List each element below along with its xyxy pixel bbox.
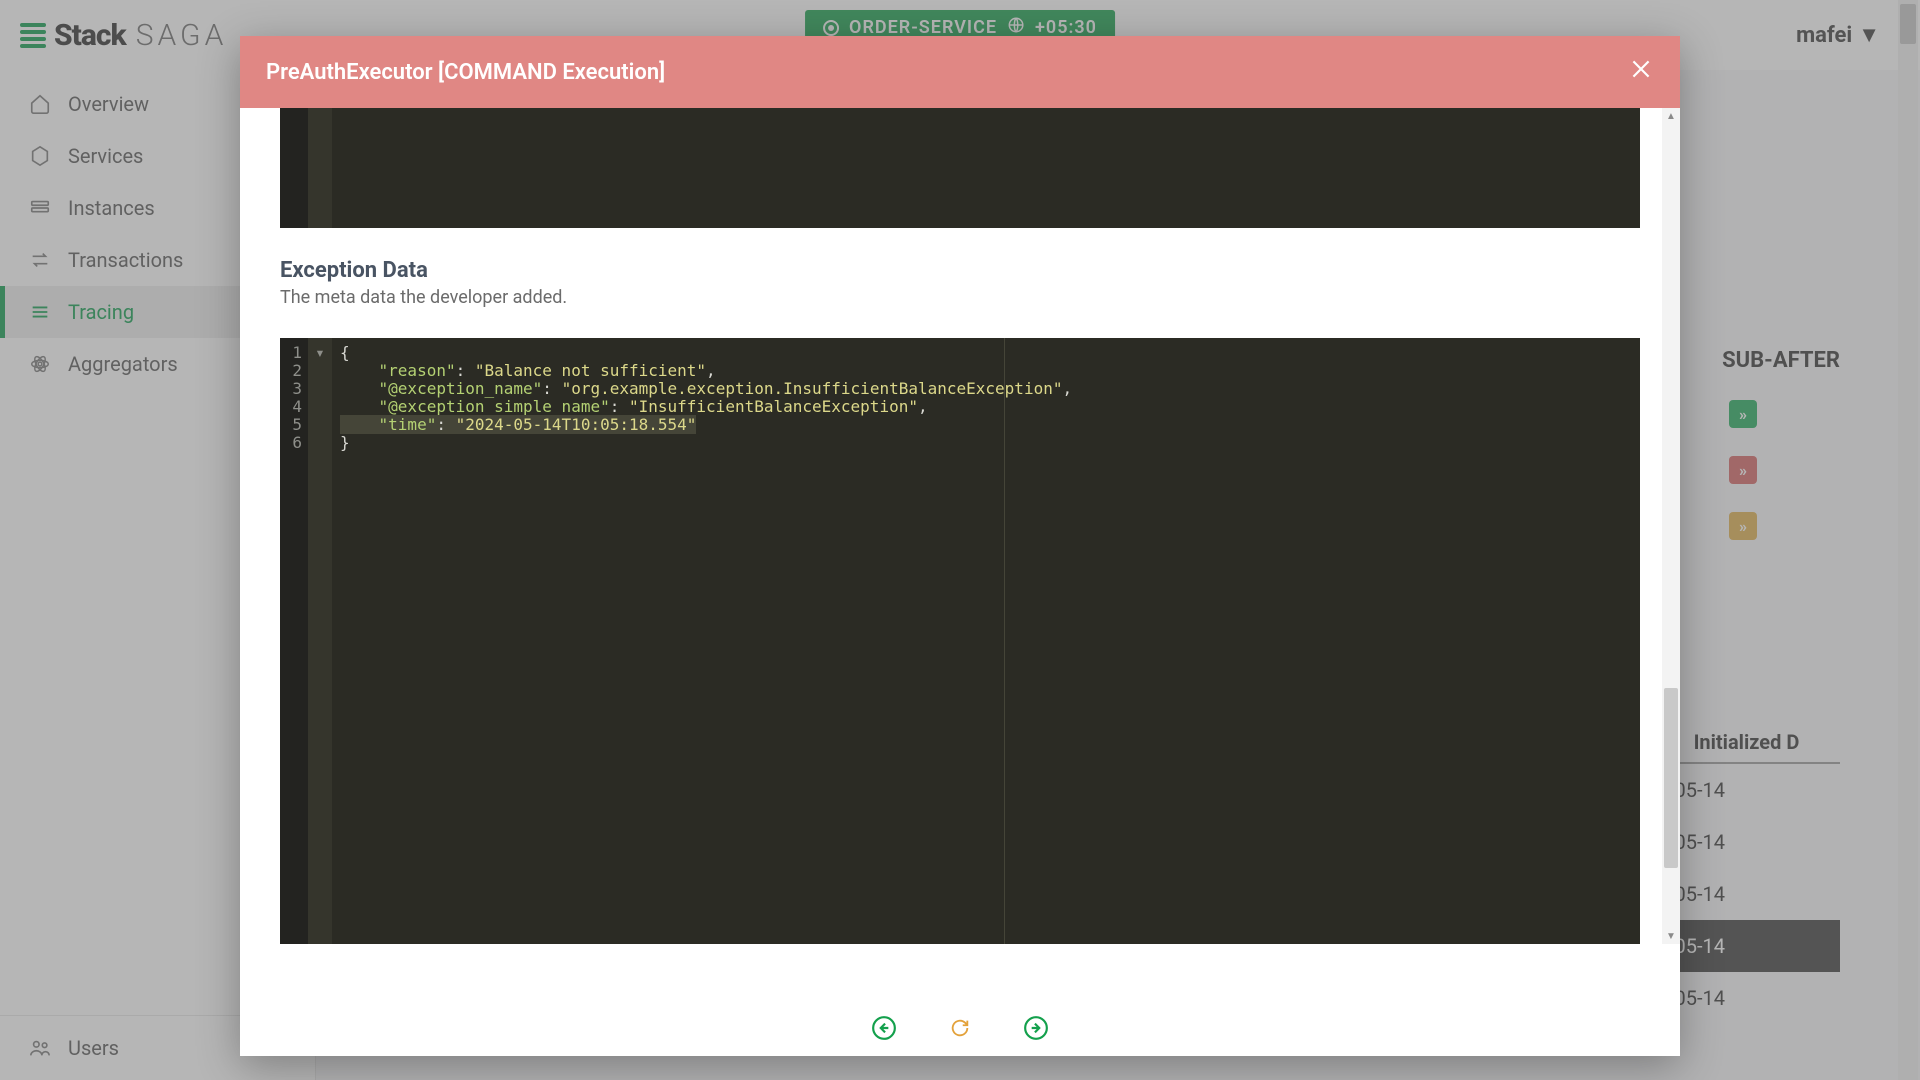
code-token-string: "org.example.exception.InsufficientBalan… xyxy=(562,379,1063,398)
code-token-string: "Balance not sufficient" xyxy=(475,361,706,380)
fold-toggle-icon[interactable]: ▾ xyxy=(308,344,332,362)
user-menu[interactable]: mafei ▼ xyxy=(1796,22,1880,48)
editor-fold-gutter: ▾ xyxy=(308,338,332,944)
atom-icon xyxy=(28,352,52,376)
timezone-label: +05:30 xyxy=(1035,17,1097,38)
sidebar-item-label: Tracing xyxy=(68,300,134,324)
status-chevron-green[interactable]: » xyxy=(1729,400,1757,428)
executor-modal: PreAuthExecutor [COMMAND Execution] Exce… xyxy=(240,36,1680,1056)
code-token-key: "@exception_simple_name" xyxy=(379,397,610,416)
section-title-exception-data: Exception Data xyxy=(280,258,1640,283)
app-logo[interactable]: Stack SAGA xyxy=(0,18,227,53)
code-token-string: "InsufficientBalanceException" xyxy=(629,397,918,416)
status-chevron-yellow[interactable]: » xyxy=(1729,512,1757,540)
target-icon xyxy=(823,20,839,36)
home-icon xyxy=(28,92,52,116)
column-header-sub-after: SUB-AFTER xyxy=(1722,348,1840,373)
scroll-down-icon[interactable]: ▼ xyxy=(1662,928,1680,944)
editor-gutter: 1 2 3 4 5 6 xyxy=(280,338,308,944)
editor-code[interactable]: { "reason": "Balance not sufficient", "@… xyxy=(332,338,1640,944)
next-button[interactable] xyxy=(1022,1014,1050,1042)
modal-header: PreAuthExecutor [COMMAND Execution] xyxy=(240,36,1680,108)
code-token-key: "@exception_name" xyxy=(379,379,543,398)
modal-scrollbar[interactable]: ▲ ▼ xyxy=(1662,108,1680,944)
sidebar-item-label: Services xyxy=(68,144,143,168)
chevron-down-icon: ▼ xyxy=(1858,22,1880,48)
json-editor[interactable]: 1 2 3 4 5 6 ▾ { "reason": "Balance not s… xyxy=(280,338,1640,944)
scroll-up-icon[interactable]: ▲ xyxy=(1662,108,1680,124)
modal-body: Exception Data The meta data the develop… xyxy=(240,108,1680,1000)
table-header-date: Initialized D xyxy=(1694,730,1800,754)
sidebar-item-label: Instances xyxy=(68,196,155,220)
code-line: } xyxy=(340,433,350,452)
sidebar-item-label: Overview xyxy=(68,92,149,116)
sidebar-item-label: Aggregators xyxy=(68,352,178,376)
code-token-key: "time" xyxy=(379,415,437,434)
sidebar-item-label: Transactions xyxy=(68,248,183,272)
scrollbar-thumb[interactable] xyxy=(1664,688,1678,868)
stack-icon xyxy=(28,196,52,220)
user-name: mafei xyxy=(1796,23,1852,48)
code-line: { xyxy=(340,343,350,362)
previous-editor-block xyxy=(280,108,1640,228)
service-name: ORDER-SERVICE xyxy=(849,17,997,38)
scrollbar-thumb[interactable] xyxy=(1900,4,1916,44)
status-chevron-red[interactable]: » xyxy=(1729,456,1757,484)
hex-icon xyxy=(28,144,52,168)
close-button[interactable] xyxy=(1628,56,1654,88)
swap-icon xyxy=(28,248,52,272)
code-token-key: "reason" xyxy=(379,361,456,380)
editor-split-line xyxy=(1004,338,1005,944)
logo-icon xyxy=(20,23,46,48)
section-subtitle: The meta data the developer added. xyxy=(280,287,1640,308)
logo-text-bold: Stack xyxy=(54,18,126,53)
code-token-string: "2024-05-14T10:05:18.554" xyxy=(456,415,697,434)
modal-footer xyxy=(240,1000,1680,1056)
modal-title: PreAuthExecutor [COMMAND Execution] xyxy=(266,60,665,85)
page-scrollbar[interactable] xyxy=(1898,0,1918,1080)
users-icon xyxy=(28,1036,52,1060)
previous-button[interactable] xyxy=(870,1014,898,1042)
sidebar-footer-label: Users xyxy=(68,1036,119,1060)
menu-icon xyxy=(28,300,52,324)
refresh-button[interactable] xyxy=(946,1014,974,1042)
logo-text-light: SAGA xyxy=(136,18,228,53)
